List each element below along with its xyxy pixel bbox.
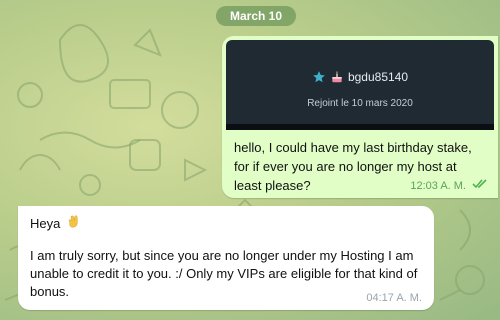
date-separator: March 10: [216, 6, 296, 26]
outgoing-message-time: 12:03 A. M.: [410, 179, 466, 192]
profile-joined-date: Rejoint le 10 mars 2020: [307, 98, 413, 109]
outgoing-message-meta: 12:03 A. M.: [410, 179, 488, 192]
double-check-icon: [472, 179, 488, 192]
profile-username-line: bgdu85140: [226, 70, 494, 84]
star-icon: [312, 70, 326, 84]
waving-hand-icon: [66, 214, 81, 232]
incoming-greeting-text: Heya: [30, 215, 61, 231]
birthday-cake-icon: [330, 70, 344, 84]
incoming-message-bubble[interactable]: Heya I am truly sorry, but since you are…: [18, 206, 434, 310]
preview-bottom-bar: [226, 124, 494, 130]
incoming-message-time: 04:17 A. M.: [366, 292, 422, 304]
profile-preview-card[interactable]: bgdu85140 Rejoint le 10 mars 2020: [226, 40, 494, 130]
outgoing-message-bubble[interactable]: bgdu85140 Rejoint le 10 mars 2020 hello,…: [222, 36, 498, 198]
profile-username: bgdu85140: [347, 70, 409, 84]
incoming-greeting-line: Heya: [30, 214, 81, 232]
